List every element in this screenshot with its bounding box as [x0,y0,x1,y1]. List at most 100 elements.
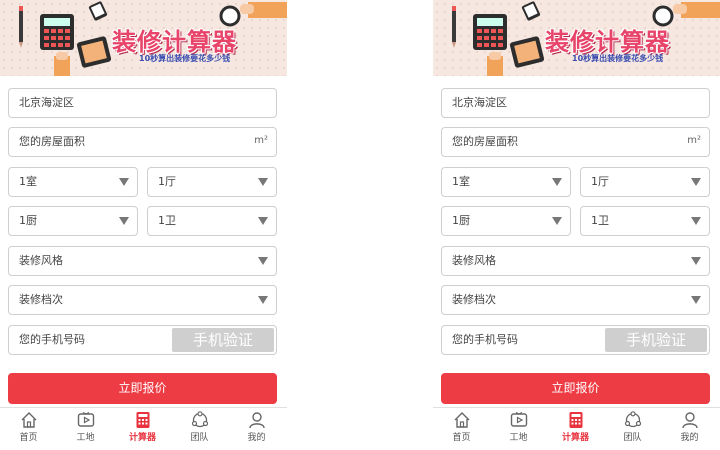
tab-mine[interactable]: 我的 [661,411,718,450]
get-quote-button[interactable]: 立即报价 [8,373,277,404]
dropdown-arrow-icon [258,178,268,186]
dropdown-arrow-icon [691,296,701,304]
phone-input[interactable]: 您的手机号码 手机验证 [8,325,277,355]
phone-placeholder: 您的手机号码 [19,333,85,346]
hall-value: 1厅 [158,175,176,188]
bath-select[interactable]: 1卫 [580,206,710,236]
location-field[interactable]: 北京海淀区 [8,88,277,118]
tab-team[interactable]: 团队 [604,411,661,450]
tab-label: 我的 [247,433,266,443]
tab-label: 我的 [680,433,699,443]
dropdown-arrow-icon [258,217,268,225]
area-placeholder: 您的房屋面积 [452,135,518,148]
bath-select[interactable]: 1卫 [147,206,277,236]
room-select[interactable]: 1室 [8,167,138,197]
hand-right-illustration-icon [673,2,720,18]
home-icon [21,412,36,428]
pencil-icon [19,6,23,48]
team-icon [191,411,208,428]
area-input[interactable]: 您的房屋面积 m² [441,127,710,157]
hand-right-illustration-icon [240,2,287,18]
bath-value: 1卫 [591,214,609,227]
grade-select[interactable]: 装修档次 [8,285,277,315]
tab-site[interactable]: 工地 [57,411,114,450]
phone-screen-left: 装修计算器 10秒算出装修要花多少钱 北京海淀区 您的房屋面积 m² 1室 1厅 … [0,0,287,450]
tab-calculator[interactable]: 计算器 [114,411,171,450]
calculator-illustration-icon [473,14,507,50]
location-field[interactable]: 北京海淀区 [441,88,710,118]
phone-placeholder: 您的手机号码 [452,333,518,346]
room-select[interactable]: 1室 [441,167,571,197]
tab-label: 首页 [19,433,38,443]
banner: 装修计算器 10秒算出装修要花多少钱 [433,0,720,76]
hall-select[interactable]: 1厅 [147,167,277,197]
dropdown-arrow-icon [552,178,562,186]
tab-team[interactable]: 团队 [171,411,228,450]
kitchen-value: 1厨 [452,214,470,227]
tab-site[interactable]: 工地 [490,411,547,450]
room-value: 1室 [452,175,470,188]
calculator-illustration-icon [40,14,74,50]
bottom-tab-bar: 首页 工地 计算器 团队 我的 [433,407,720,450]
kitchen-select[interactable]: 1厨 [8,206,138,236]
room-value: 1室 [19,175,37,188]
dropdown-arrow-icon [258,296,268,304]
bottom-tab-bar: 首页 工地 计算器 团队 我的 [0,407,287,450]
calculator-icon [569,412,582,428]
banner-subtitle: 10秒算出装修要花多少钱 [572,54,664,63]
dropdown-arrow-icon [552,217,562,225]
tab-label: 团队 [190,433,209,443]
area-unit: m² [687,135,701,146]
style-select[interactable]: 装修风格 [8,246,277,276]
tab-label: 首页 [452,433,471,443]
tab-label: 工地 [509,433,528,443]
dropdown-arrow-icon [691,257,701,265]
area-placeholder: 您的房屋面积 [19,135,85,148]
area-unit: m² [254,135,268,146]
verify-phone-button[interactable]: 手机验证 [605,328,707,352]
kitchen-value: 1厨 [19,214,37,227]
phone-screen-right: 装修计算器 10秒算出装修要花多少钱 北京海淀区 您的房屋面积 m² 1室 1厅 … [433,0,720,450]
get-quote-button[interactable]: 立即报价 [441,373,710,404]
area-input[interactable]: 您的房屋面积 m² [8,127,277,157]
dropdown-arrow-icon [119,217,129,225]
person-icon [248,412,265,429]
tab-label: 团队 [623,433,642,443]
person-icon [681,412,698,429]
tv-play-icon [77,411,94,427]
home-icon [454,412,469,428]
hand-illustration-icon [54,52,70,76]
tab-label: 计算器 [128,433,156,443]
tab-home[interactable]: 首页 [433,411,490,450]
tv-play-icon [510,411,527,427]
hall-select[interactable]: 1厅 [580,167,710,197]
bath-value: 1卫 [158,214,176,227]
calculator-icon [136,412,149,428]
grade-value: 装修档次 [19,293,63,306]
dropdown-arrow-icon [258,257,268,265]
banner-title: 装修计算器 [545,28,670,56]
tab-calculator[interactable]: 计算器 [547,411,604,450]
dropdown-arrow-icon [691,178,701,186]
app-stage: 装修计算器 10秒算出装修要花多少钱 北京海淀区 您的房屋面积 m² 1室 1厅 … [0,0,720,450]
dropdown-arrow-icon [119,178,129,186]
tablet-illustration-icon [509,36,545,68]
verify-phone-button[interactable]: 手机验证 [172,328,274,352]
grade-select[interactable]: 装修档次 [441,285,710,315]
style-value: 装修风格 [19,254,63,267]
phone-input[interactable]: 您的手机号码 手机验证 [441,325,710,355]
phone-illustration-icon [88,1,108,21]
tab-label: 计算器 [561,433,589,443]
location-value: 北京海淀区 [19,96,74,109]
phone-illustration-icon [521,1,541,21]
style-value: 装修风格 [452,254,496,267]
banner-subtitle: 10秒算出装修要花多少钱 [139,54,231,63]
style-select[interactable]: 装修风格 [441,246,710,276]
tab-home[interactable]: 首页 [0,411,57,450]
hall-value: 1厅 [591,175,609,188]
dropdown-arrow-icon [691,217,701,225]
tab-label: 工地 [76,433,95,443]
tab-mine[interactable]: 我的 [228,411,285,450]
team-icon [624,411,641,428]
kitchen-select[interactable]: 1厨 [441,206,571,236]
